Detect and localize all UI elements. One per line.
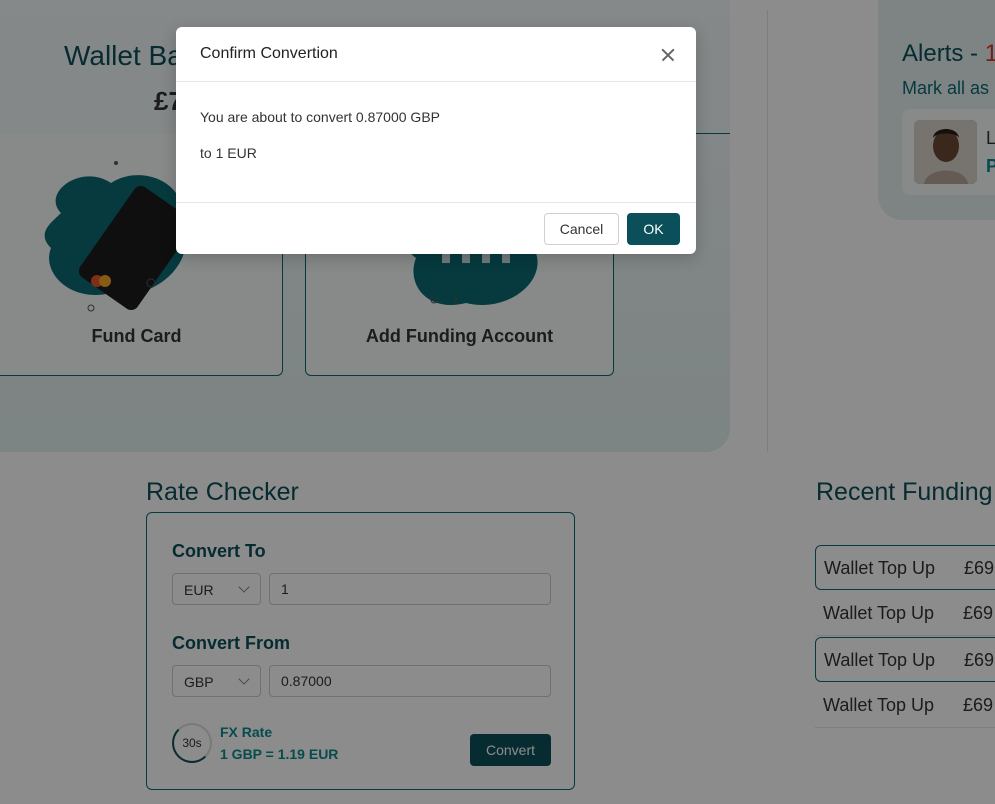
modal-title: Confirm Convertion bbox=[200, 45, 338, 62]
modal-header: Confirm Convertion bbox=[176, 27, 696, 82]
close-icon[interactable] bbox=[658, 45, 678, 65]
modal-message-line-2: to 1 EUR bbox=[200, 145, 257, 161]
dashboard-page: Wallet Balance £7 Fund Card Add Funding … bbox=[0, 0, 995, 804]
ok-button[interactable]: OK bbox=[627, 213, 680, 245]
modal-message-line-1: You are about to convert 0.87000 GBP bbox=[200, 109, 440, 125]
cancel-button[interactable]: Cancel bbox=[544, 213, 619, 245]
modal-footer: Cancel OK bbox=[176, 202, 696, 254]
confirm-conversion-modal: Confirm Convertion You are about to conv… bbox=[176, 27, 696, 254]
